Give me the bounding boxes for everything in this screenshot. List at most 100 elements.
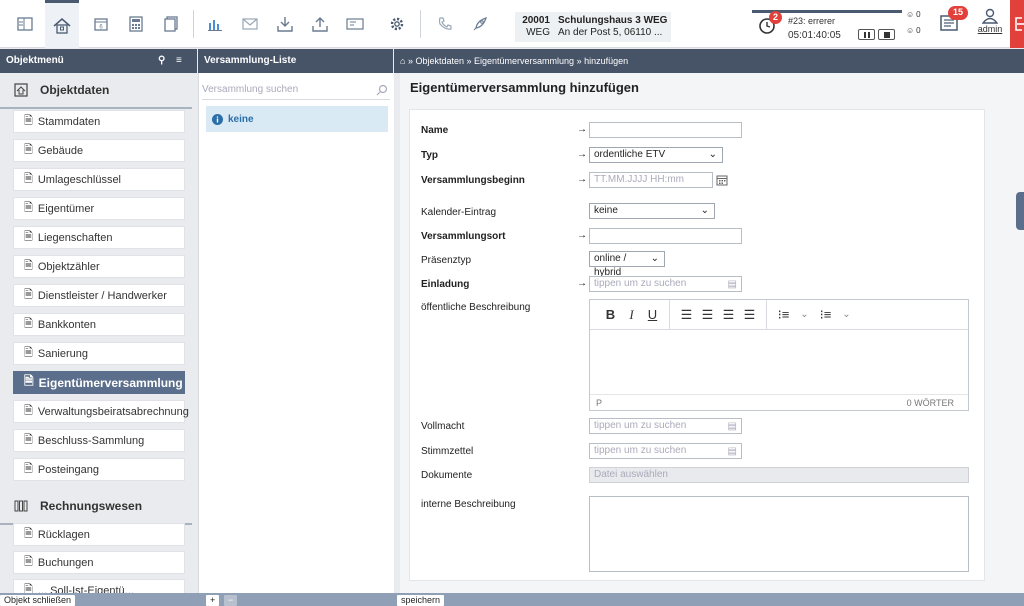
- breadcrumb-versammlung[interactable]: Eigentümerversammlung: [474, 56, 574, 66]
- align-right-icon[interactable]: ☰: [718, 307, 739, 323]
- search-input[interactable]: Versammlung suchen: [202, 84, 298, 95]
- calendar-icon[interactable]: 6: [84, 0, 118, 48]
- kalender-select[interactable]: keine ⌄: [589, 203, 715, 219]
- name-label: Name: [421, 125, 449, 136]
- name-input[interactable]: [589, 122, 742, 138]
- rocket-icon[interactable]: [463, 0, 497, 48]
- sidebar-item-label: Verwaltungsbeiratsabrechnung: [37, 405, 189, 418]
- ort-label: Versammlungsort: [421, 231, 506, 242]
- kalender-label: Kalender-Eintrag: [421, 207, 497, 218]
- picker-icon[interactable]: ▤: [728, 445, 737, 459]
- required-arrow: →: [577, 174, 587, 185]
- intern-textarea[interactable]: [589, 496, 969, 572]
- sidebar-item-ruecklagen[interactable]: 🗎 Rücklagen: [13, 523, 185, 546]
- home-icon[interactable]: ⌂: [400, 56, 405, 66]
- stimmzettel-input[interactable]: tippen um zu suchen ▤: [589, 443, 742, 459]
- bold-button[interactable]: B: [600, 307, 621, 322]
- section-rechnungswesen[interactable]: Rechnungswesen: [0, 489, 192, 525]
- sidebar-item-buchungen[interactable]: 🗎 Buchungen: [13, 551, 185, 574]
- bullet-list-icon[interactable]: ⁝≡: [773, 307, 794, 323]
- sidebar-item-bankkonten[interactable]: 🗎 Bankkonten: [13, 313, 185, 336]
- gear-icon[interactable]: [380, 0, 414, 48]
- download-icon[interactable]: [268, 0, 302, 48]
- praesenz-select[interactable]: online / hybrid ⌄: [589, 251, 665, 278]
- numbered-list-icon[interactable]: ⁝≡: [815, 307, 836, 323]
- documents-icon[interactable]: [154, 0, 188, 48]
- stop-button[interactable]: [878, 29, 895, 40]
- mail-icon[interactable]: [233, 0, 267, 48]
- status-away[interactable]: ☺ 0: [906, 26, 921, 35]
- typ-select[interactable]: ordentliche ETV ⌄: [589, 147, 723, 163]
- close-object-button[interactable]: Objekt schließen: [0, 595, 76, 606]
- file-select[interactable]: Datei auswählen: [589, 467, 969, 483]
- sidebar-item-eigentümer[interactable]: 🗎 Eigentümer: [13, 197, 185, 220]
- sidebar-item-stammdaten[interactable]: 🗎 Stammdaten: [13, 110, 185, 133]
- home-panel-icon[interactable]: [8, 0, 42, 48]
- sidebar-item-liegenschaften[interactable]: 🗎 Liegenschaften: [13, 226, 185, 249]
- calculator-icon[interactable]: [119, 0, 153, 48]
- sidebar-item-verwaltungsbeiratsabrechnung[interactable]: 🗎 Verwaltungsbeiratsabrechnung: [13, 400, 189, 423]
- sidebar-title: Objektmenü: [6, 55, 64, 66]
- sidebar-item-soll-ist[interactable]: 🗎 ... Soll-Ist-Eigentü...: [13, 579, 185, 593]
- section-objektdaten[interactable]: Objektdaten: [0, 73, 192, 109]
- status-online[interactable]: ☺ 0: [906, 10, 921, 19]
- list-item[interactable]: keine: [206, 106, 388, 132]
- sidebar-item-umlageschlüssel[interactable]: 🗎 Umlageschlüssel: [13, 168, 185, 191]
- align-justify-icon[interactable]: ☰: [739, 307, 760, 323]
- underline-button[interactable]: U: [642, 307, 663, 322]
- sidebar-item-posteingang[interactable]: 🗎 Posteingang: [13, 458, 185, 481]
- einladung-input[interactable]: tippen um zu suchen ▤: [589, 276, 742, 292]
- align-center-icon[interactable]: ☰: [697, 307, 718, 323]
- italic-button[interactable]: I: [621, 307, 642, 323]
- user-menu[interactable]: admin: [976, 8, 1004, 34]
- sidebar-item-objektzähler[interactable]: 🗎 Objektzähler: [13, 255, 185, 278]
- intern-label: interne Beschreibung: [421, 499, 516, 510]
- section-label: Rechnungswesen: [40, 499, 143, 513]
- user-away-icon: ☺: [906, 26, 915, 35]
- info-icon: [212, 113, 223, 125]
- praesenz-label: Präsenztyp: [421, 255, 472, 266]
- top-toolbar: 6 20001 WEG Schulungshaus 3 WEG An der Pos…: [0, 0, 1024, 48]
- breadcrumb-objektdaten[interactable]: Objektdaten: [415, 56, 464, 66]
- remove-button[interactable]: −: [224, 595, 238, 606]
- toolbar-divider: [420, 10, 421, 38]
- current-object[interactable]: 20001 WEG Schulungshaus 3 WEG An der Post …: [515, 12, 671, 42]
- picker-icon[interactable]: ▤: [728, 278, 737, 292]
- sidebar-item-eigentümerversammlung[interactable]: 🗎 Eigentümerversammlung: [13, 371, 185, 394]
- chevron-down-icon[interactable]: ⌄: [836, 309, 857, 320]
- chevron-down-icon[interactable]: ⌄: [794, 309, 815, 320]
- collapse-menu-icon[interactable]: ≡: [176, 49, 182, 73]
- sidebar-item-dienstleister-handwerker[interactable]: 🗎 Dienstleister / Handwerker: [13, 284, 185, 307]
- sidebar-item-gebäude[interactable]: 🗎 Gebäude: [13, 139, 185, 162]
- filter-icon[interactable]: ⚲: [158, 49, 165, 73]
- pause-button[interactable]: [858, 29, 875, 40]
- document-icon: 🗎: [24, 289, 33, 301]
- sidebar-item-label: Dienstleister / Handwerker: [37, 289, 167, 302]
- vollmacht-input[interactable]: tippen um zu suchen ▤: [589, 418, 742, 434]
- timer-ticket[interactable]: #23: errerer: [788, 16, 835, 26]
- calendar-picker-icon[interactable]: [716, 174, 728, 186]
- chart-icon[interactable]: [198, 0, 232, 48]
- sidebar-item-sanierung[interactable]: 🗎 Sanierung: [13, 342, 185, 365]
- align-left-icon[interactable]: ☰: [676, 307, 697, 323]
- object-address: An der Post 5, 06110 ...: [558, 27, 663, 38]
- upload-icon[interactable]: [303, 0, 337, 48]
- timer-badge: 2: [769, 11, 782, 24]
- ticket-icon[interactable]: [338, 0, 372, 48]
- add-button[interactable]: +: [206, 595, 220, 606]
- save-button[interactable]: speichern: [397, 595, 445, 606]
- phone-icon[interactable]: [428, 0, 462, 48]
- logout-button[interactable]: [1010, 0, 1024, 48]
- ort-input[interactable]: [589, 228, 742, 244]
- beginn-input[interactable]: TT.MM.JJJJ HH:mm: [589, 172, 713, 188]
- home-icon[interactable]: [45, 0, 79, 48]
- einladung-label: Einladung: [421, 279, 470, 290]
- sidebar-item-label: Objektzähler: [37, 260, 100, 273]
- search-icon[interactable]: [376, 84, 388, 96]
- document-icon: 🗎: [24, 347, 33, 359]
- sidebar-item-beschluss-sammlung[interactable]: 🗎 Beschluss-Sammlung: [13, 429, 185, 452]
- list-search[interactable]: Versammlung suchen: [202, 80, 390, 100]
- rich-text-editor[interactable]: B I U ☰ ☰ ☰ ☰ ⁝≡ ⌄ ⁝≡ ⌄ P 0 WÖRTER: [589, 299, 969, 411]
- side-panel-toggle[interactable]: [1016, 192, 1024, 230]
- picker-icon[interactable]: ▤: [728, 420, 737, 434]
